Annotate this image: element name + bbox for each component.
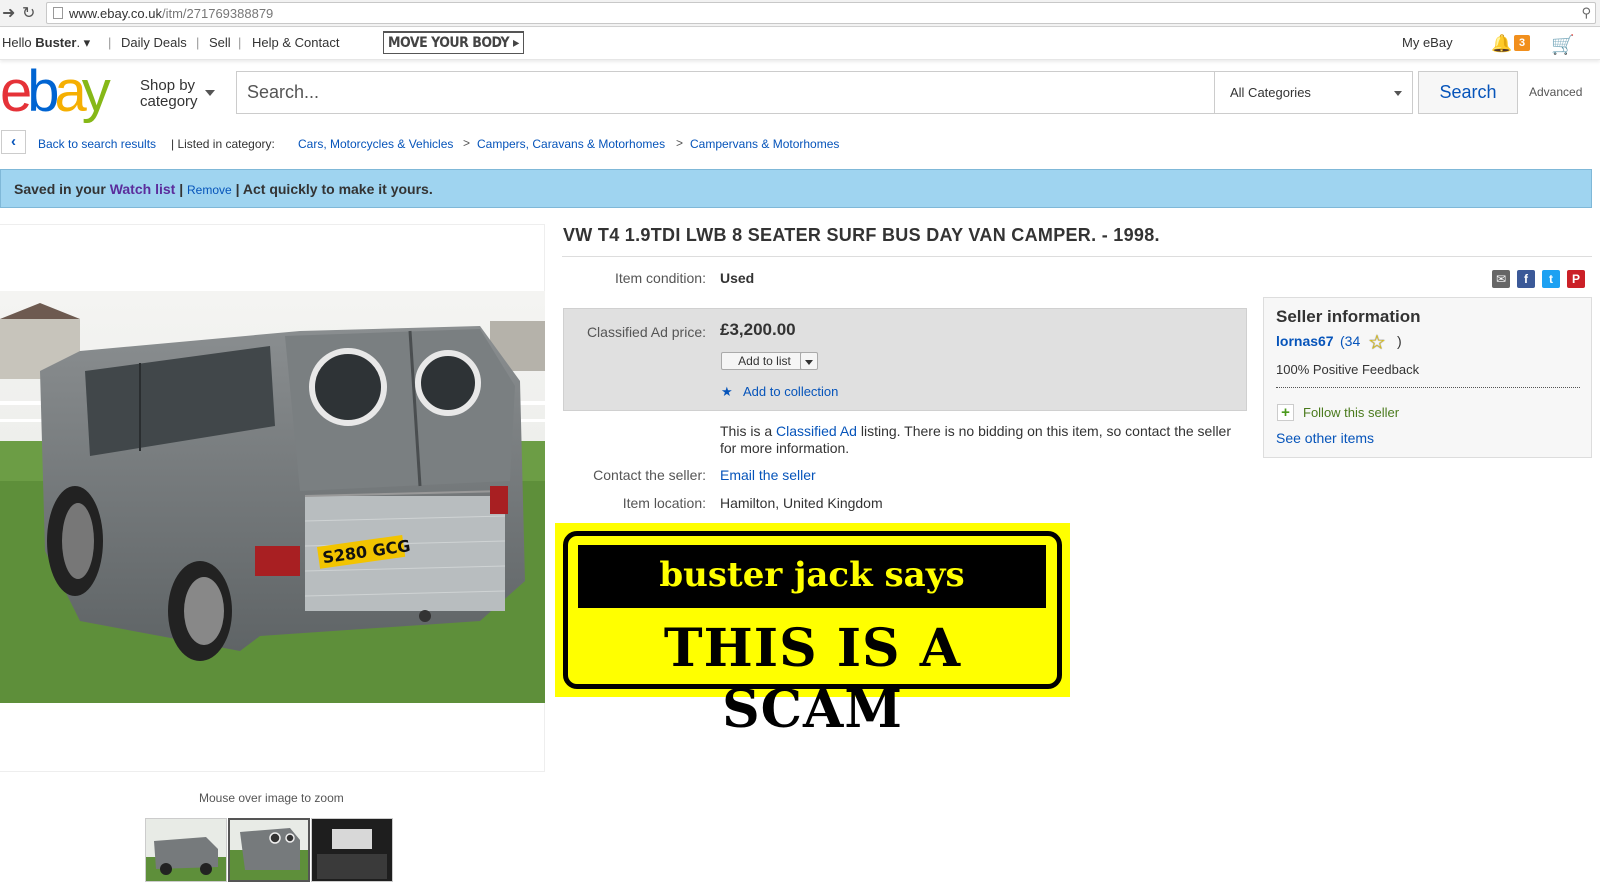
classified-ad-description: This is a Classified Ad listing. There i… <box>720 423 1232 456</box>
advanced-search-link[interactable]: Advanced <box>1529 85 1582 99</box>
back-arrow-icon[interactable]: ➜ <box>2 3 15 23</box>
star-icon: ☆ <box>1368 332 1386 354</box>
item-title: VW T4 1.9TDI LWB 8 SEATER SURF BUS DAY V… <box>563 225 1160 245</box>
scam-sticker-text: THIS IS A SCAM <box>663 618 962 740</box>
thumbnail-1[interactable] <box>145 818 227 882</box>
chevron-down-icon <box>205 90 215 96</box>
browser-toolbar: ➜ ↻ www.ebay.co.uk/itm/271769388879 ⚲ <box>0 0 1600 27</box>
star-icon: ★ <box>721 384 733 399</box>
promo-banner[interactable]: MOVE YOUR BODY ▸ <box>383 31 524 54</box>
cart-icon[interactable]: 🛒 <box>1551 33 1575 57</box>
add-to-list-dropdown[interactable] <box>800 352 818 370</box>
follow-seller-link[interactable]: Follow this seller <box>1303 405 1399 420</box>
breadcrumb-item[interactable]: Campers, Caravans & Motorhomes <box>477 137 665 151</box>
scam-warning-sticker: buster jack says THIS IS A SCAM <box>555 523 1070 740</box>
twitter-icon[interactable]: t <box>1542 270 1560 288</box>
daily-deals-link[interactable]: Daily Deals <box>121 35 187 50</box>
divider <box>1276 387 1580 388</box>
reload-icon[interactable]: ↻ <box>22 3 35 23</box>
price-value: £3,200.00 <box>720 320 796 339</box>
condition-label: Item condition: <box>614 270 706 286</box>
zoom-icon[interactable]: ⚲ <box>1581 5 1591 21</box>
search-button[interactable]: Search <box>1418 71 1518 114</box>
category-select[interactable]: All Categories <box>1214 71 1413 114</box>
pinterest-icon[interactable]: P <box>1567 270 1585 288</box>
ebay-logo[interactable]: ebay <box>0 62 111 122</box>
location-label: Item location: <box>622 495 706 511</box>
facebook-icon[interactable]: f <box>1517 270 1535 288</box>
notification-bell-icon[interactable]: 🔔 <box>1491 34 1512 54</box>
url-text: www.ebay.co.uk/itm/271769388879 <box>69 6 274 21</box>
location-value: Hamilton, United Kingdom <box>720 495 883 511</box>
category-select-value: All Categories <box>1230 85 1311 100</box>
greeting[interactable]: Hello Buster. ▾ <box>2 35 90 51</box>
price-label: Classified Ad price: <box>586 324 706 340</box>
image-viewer[interactable]: S280 GCG <box>0 224 545 772</box>
feedback-score-link[interactable]: (34 <box>1340 333 1360 349</box>
chevron-down-icon <box>1394 91 1402 96</box>
positive-feedback: 100% Positive Feedback <box>1276 362 1420 377</box>
listed-in-label: | Listed in category: <box>171 137 275 151</box>
my-ebay-link[interactable]: My eBay <box>1402 35 1453 50</box>
breadcrumb-item[interactable]: Campervans & Motorhomes <box>690 137 839 151</box>
condition-value: Used <box>720 270 755 286</box>
breadcrumb-item[interactable]: Cars, Motorcycles & Vehicles <box>298 137 453 151</box>
help-contact-link[interactable]: Help & Contact <box>252 35 339 50</box>
page-icon <box>53 7 63 19</box>
watch-list-link[interactable]: Watch list <box>110 181 176 197</box>
add-to-collection-link[interactable]: Add to collection <box>743 384 838 399</box>
thumbnail-2[interactable] <box>228 818 310 882</box>
sell-link[interactable]: Sell <box>209 35 231 50</box>
contact-label: Contact the seller: <box>593 467 706 483</box>
nav-separator: | <box>238 35 242 50</box>
remove-link[interactable]: Remove <box>187 183 232 197</box>
thumbnail-3[interactable] <box>311 818 393 882</box>
back-to-results-link[interactable]: Back to search results <box>38 137 156 151</box>
nav-separator: | <box>108 35 112 50</box>
zoom-hint: Mouse over image to zoom <box>199 791 344 805</box>
seller-info-heading: Seller information <box>1276 307 1421 326</box>
watch-list-message: Saved in your Watch list | Remove | Act … <box>14 181 433 197</box>
see-other-items-link[interactable]: See other items <box>1276 430 1374 446</box>
add-to-list-button[interactable]: Add to list <box>721 352 808 370</box>
global-nav: Hello Buster. ▾ | Daily Deals | Sell | H… <box>0 28 1600 60</box>
breadcrumb-separator: > <box>463 136 471 150</box>
email-share-icon[interactable]: ✉ <box>1492 270 1510 288</box>
address-bar[interactable]: www.ebay.co.uk/itm/271769388879 ⚲ <box>46 2 1596 24</box>
plus-icon[interactable]: + <box>1277 404 1294 421</box>
feedback-score-close: ) <box>1397 333 1402 349</box>
nav-separator: | <box>196 35 200 50</box>
divider <box>562 256 1592 257</box>
notification-count: 3 <box>1514 35 1530 51</box>
breadcrumb-separator: > <box>676 136 684 150</box>
van-photo[interactable]: S280 GCG <box>0 291 545 703</box>
back-chevron-button[interactable]: ‹ <box>1 130 26 154</box>
seller-name-link[interactable]: lornas67 <box>1276 333 1334 349</box>
shop-by-category[interactable]: Shop by category <box>140 78 198 110</box>
classified-ad-link[interactable]: Classified Ad <box>776 423 857 439</box>
watch-list-banner: Saved in your Watch list | Remove | Act … <box>0 169 1592 208</box>
scam-sticker-heading: buster jack says <box>578 545 1046 608</box>
email-seller-link[interactable]: Email the seller <box>720 467 816 483</box>
search-input[interactable] <box>236 71 1214 114</box>
